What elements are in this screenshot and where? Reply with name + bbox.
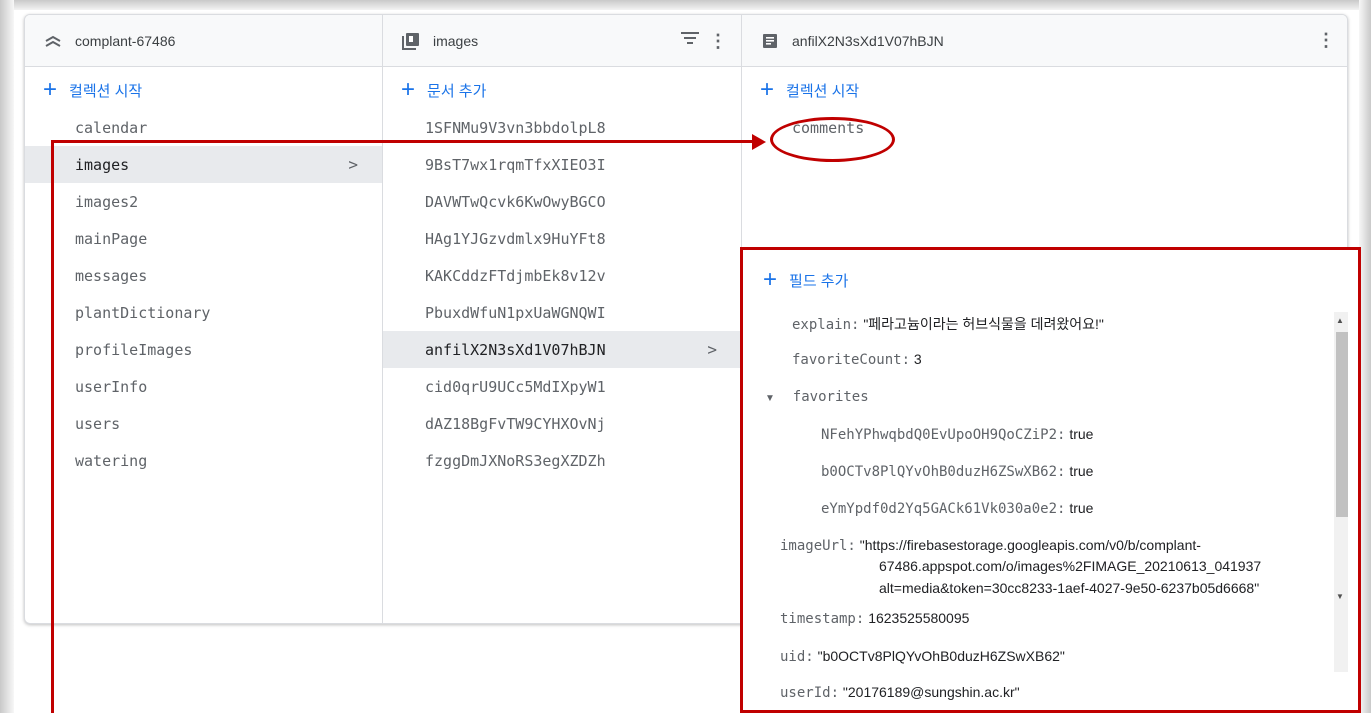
collection-item-userinfo[interactable]: userInfo	[25, 368, 382, 405]
filter-icon[interactable]	[681, 31, 699, 50]
root-collections-panel: complant-67486 + 컬렉션 시작 calendar images >…	[25, 15, 383, 623]
caret-down-icon[interactable]: ▼	[765, 393, 775, 404]
field-favoritecount[interactable]: favoriteCount: 3	[792, 351, 922, 368]
window-top-edge	[0, 0, 1371, 10]
start-subcollection-button[interactable]: + 컬렉션 시작	[742, 71, 1347, 109]
annotation-arrow-horizontal	[51, 140, 753, 143]
collection-title: images	[433, 32, 479, 49]
field-favorites[interactable]: ▼ favorites	[765, 388, 869, 405]
scrollbar-thumb[interactable]	[1336, 332, 1348, 517]
field-imageurl-line3: alt=media&token=30cc8233-1aef-4027-9e50-…	[879, 580, 1260, 596]
root-panel-header: complant-67486	[25, 15, 382, 67]
document-item[interactable]: cid0qrU9UCc5MdIXpyW1	[383, 368, 741, 405]
chevron-right-icon: >	[707, 340, 717, 359]
more-vert-icon[interactable]: ⋮	[709, 32, 727, 50]
fields-section: + 필드 추가 explain: "페라고늄이라는 허브식물을 데려왔어요!" …	[740, 247, 1361, 713]
add-field-label: 필드 추가	[789, 272, 849, 290]
highlight-oval	[770, 117, 895, 162]
plus-icon: +	[401, 76, 416, 103]
document-item[interactable]: 9BsT7wx1rqmTfxXIEO3I	[383, 146, 741, 183]
field-favorite-entry[interactable]: b0OCTv8PlQYvOhB0duzH6ZSwXB62: true	[821, 463, 1093, 480]
document-icon	[760, 31, 780, 51]
document-title: anfilX2N3sXd1V07hBJN	[792, 32, 944, 49]
annotation-arrow-head	[752, 134, 766, 150]
field-timestamp[interactable]: timestamp: 1623525580095	[780, 610, 969, 627]
collection-item-images[interactable]: images >	[25, 146, 382, 183]
documents-panel: images ⋮ + 문서 추가 1SFNMu9V3vn3bbdolpL8 9B…	[383, 15, 742, 623]
start-collection-label: 컬렉션 시작	[69, 82, 143, 100]
document-item[interactable]: PbuxdWfuN1pxUaWGNQWI	[383, 294, 741, 331]
document-item[interactable]: KAKCddzFTdjmbEk8v12v	[383, 257, 741, 294]
field-imageurl-line2: 67486.appspot.com/o/images%2FIMAGE_20210…	[879, 558, 1262, 574]
chevron-right-icon: >	[348, 155, 358, 174]
more-vert-icon[interactable]: ⋮	[1317, 31, 1335, 49]
add-field-button[interactable]: + 필드 추가	[745, 264, 848, 296]
collection-item-mainpage[interactable]: mainPage	[25, 220, 382, 257]
scroll-up-arrow-icon[interactable]: ▲	[1336, 316, 1344, 325]
collection-icon	[401, 31, 421, 51]
collection-item-profileimages[interactable]: profileImages	[25, 331, 382, 368]
field-favorite-entry[interactable]: NFehYPhwqbdQ0EvUpoOH9QoCZiP2: true	[821, 426, 1093, 443]
collection-item-plantdictionary[interactable]: plantDictionary	[25, 294, 382, 331]
fields-scrollbar[interactable]: ▲ ▼	[1334, 312, 1348, 672]
document-item-selected[interactable]: anfilX2N3sXd1V07hBJN >	[383, 331, 741, 368]
firestore-project-icon	[43, 31, 63, 51]
document-panel-header: anfilX2N3sXd1V07hBJN ⋮	[742, 15, 1347, 67]
plus-icon: +	[760, 76, 775, 103]
collection-item-messages[interactable]: messages	[25, 257, 382, 294]
start-collection-button[interactable]: + 컬렉션 시작	[25, 71, 382, 109]
field-userid[interactable]: userId: "20176189@sungshin.ac.kr"	[780, 684, 1020, 701]
plus-icon: +	[763, 266, 778, 293]
field-uid[interactable]: uid: "b0OCTv8PlQYvOhB0duzH6ZSwXB62"	[780, 648, 1065, 665]
field-imageurl[interactable]: imageUrl: "https://firebasestorage.googl…	[780, 537, 1201, 554]
annotation-arrow-vertical	[51, 140, 54, 713]
add-document-button[interactable]: + 문서 추가	[383, 71, 741, 109]
document-item[interactable]: fzggDmJXNoRS3egXZDZh	[383, 442, 741, 479]
plus-icon: +	[43, 76, 58, 103]
start-subcollection-label: 컬렉션 시작	[786, 82, 860, 100]
add-document-label: 문서 추가	[427, 82, 487, 100]
documents-panel-header: images ⋮	[383, 15, 741, 67]
document-item[interactable]: DAVWTwQcvk6KwOwyBGCO	[383, 183, 741, 220]
collection-item-watering[interactable]: watering	[25, 442, 382, 479]
scroll-down-arrow-icon[interactable]: ▼	[1336, 592, 1344, 601]
field-explain[interactable]: explain: "페라고늄이라는 허브식물을 데려왔어요!"	[792, 314, 1104, 334]
document-item[interactable]: HAg1YJGzvdmlx9HuYFt8	[383, 220, 741, 257]
window-left-edge	[0, 0, 14, 713]
collection-item-users[interactable]: users	[25, 405, 382, 442]
field-favorite-entry[interactable]: eYmYpdf0d2Yq5GACk61Vk030a0e2: true	[821, 500, 1093, 517]
collection-item-images2[interactable]: images2	[25, 183, 382, 220]
project-title: complant-67486	[75, 32, 176, 49]
document-item[interactable]: dAZ18BgFvTW9CYHXOvNj	[383, 405, 741, 442]
